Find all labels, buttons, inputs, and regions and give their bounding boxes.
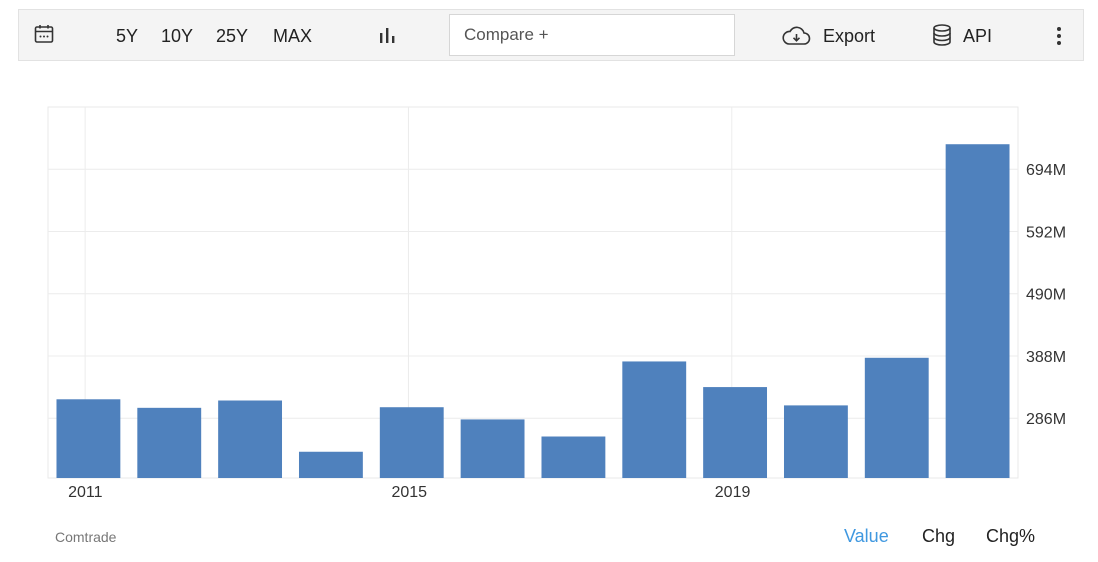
x-tick-label: 2011 bbox=[68, 484, 103, 501]
y-tick-label: 388M bbox=[1026, 349, 1066, 366]
bar-chart: 286M 388M 490M 592M 694M 2011 2015 2019 bbox=[47, 106, 1066, 501]
tab-chg[interactable]: Chg bbox=[922, 526, 955, 547]
y-tick-label: 592M bbox=[1026, 224, 1066, 241]
y-tick-label: 286M bbox=[1026, 411, 1066, 428]
y-tick-label: 694M bbox=[1026, 162, 1066, 179]
bar[interactable] bbox=[379, 407, 444, 478]
bar[interactable] bbox=[541, 436, 606, 478]
bar[interactable] bbox=[864, 357, 929, 478]
bar[interactable] bbox=[622, 361, 687, 478]
y-axis: 286M 388M 490M 592M 694M bbox=[1026, 162, 1066, 428]
bar[interactable] bbox=[137, 407, 202, 478]
x-axis: 2011 2015 2019 bbox=[68, 484, 750, 501]
x-tick-label: 2015 bbox=[391, 484, 427, 501]
bar[interactable] bbox=[218, 400, 283, 478]
bar[interactable] bbox=[298, 451, 363, 478]
bar[interactable] bbox=[945, 144, 1010, 478]
tab-chg-percent[interactable]: Chg% bbox=[986, 526, 1035, 547]
bar[interactable] bbox=[56, 399, 121, 478]
y-tick-label: 490M bbox=[1026, 287, 1066, 304]
bar[interactable] bbox=[703, 387, 768, 478]
x-tick-label: 2019 bbox=[715, 484, 751, 501]
bar[interactable] bbox=[783, 405, 848, 478]
source-label: Comtrade bbox=[55, 529, 117, 545]
tab-value[interactable]: Value bbox=[844, 526, 889, 547]
bar[interactable] bbox=[460, 419, 525, 478]
